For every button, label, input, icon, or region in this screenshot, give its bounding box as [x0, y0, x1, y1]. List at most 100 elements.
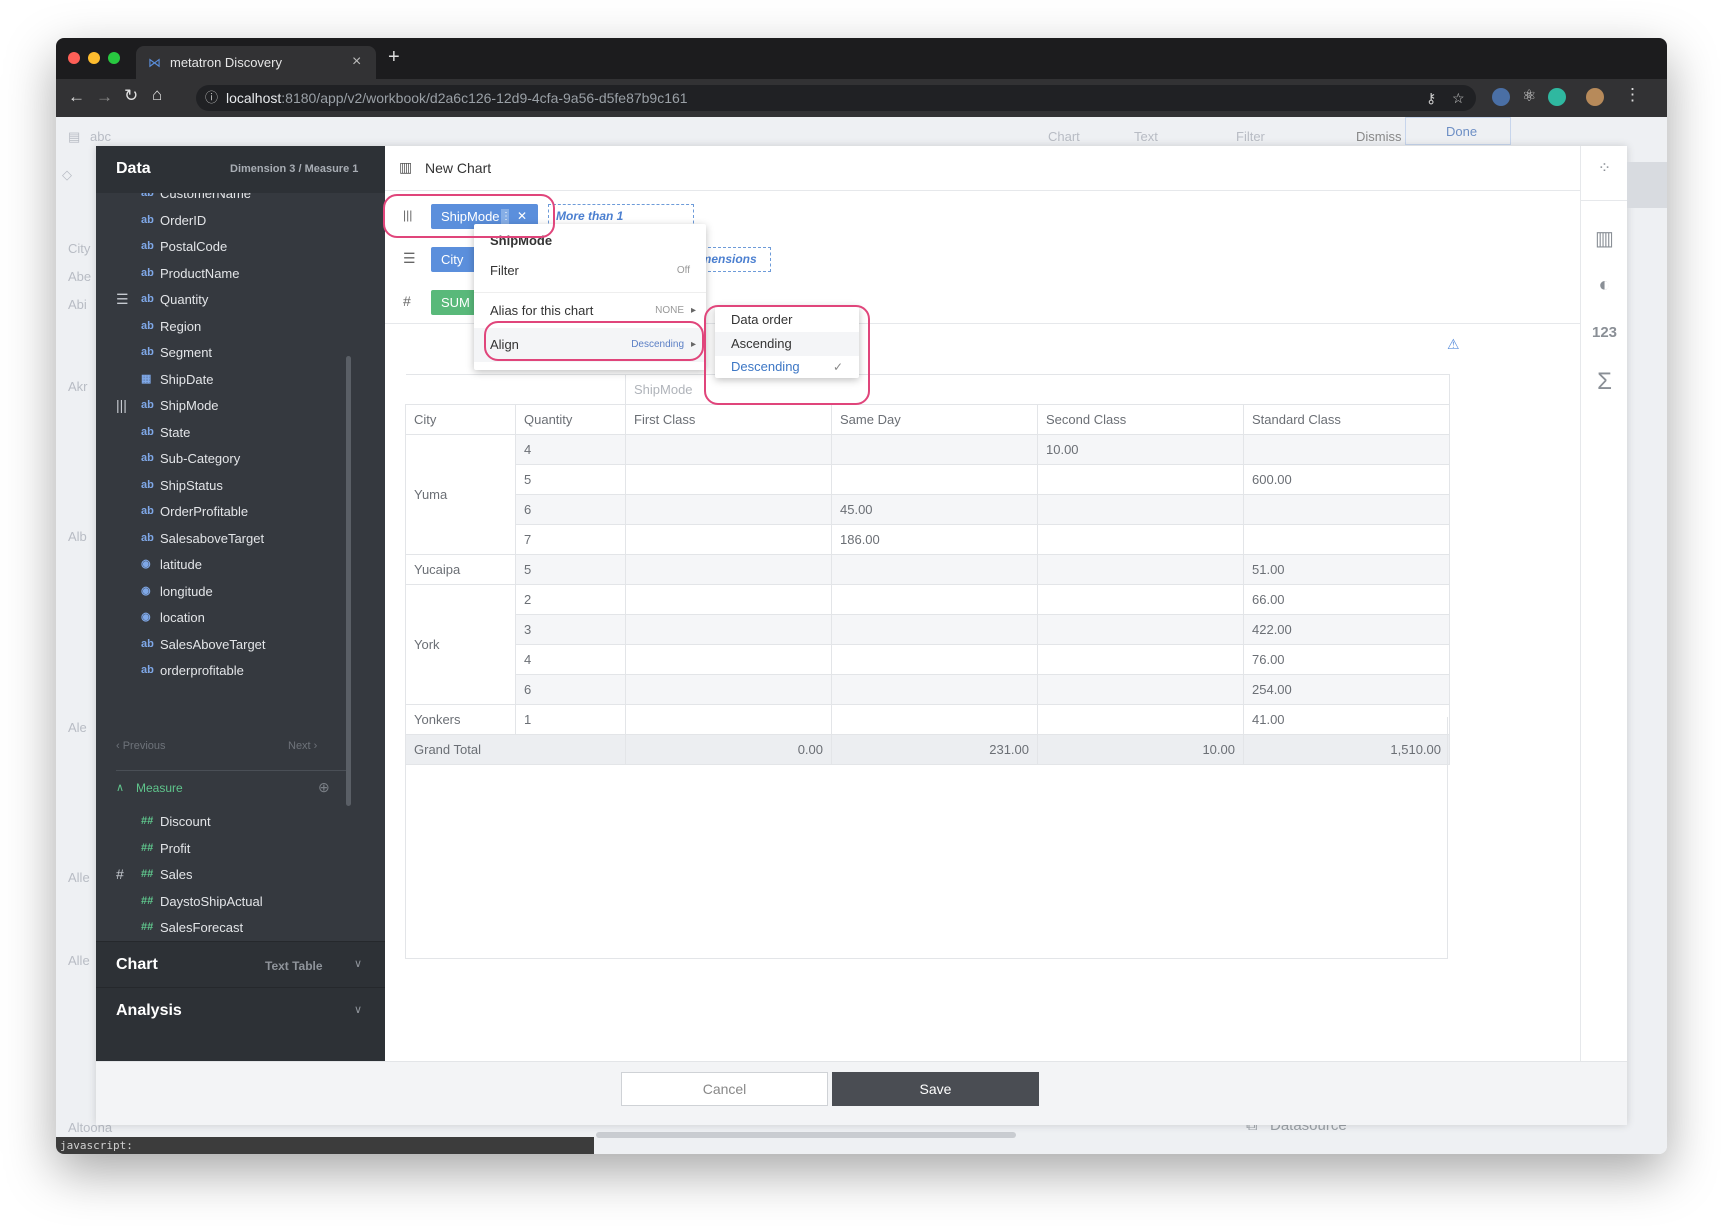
browser-window: ⋈ metatron Discovery × + ← → ↻ ⌂ ⓘ local…	[56, 38, 1667, 1154]
menu-item-filter[interactable]: Filter Off	[474, 254, 706, 288]
field-label: Quantity	[160, 292, 209, 307]
field-label: State	[160, 424, 191, 440]
value-cell: 600.00	[1243, 464, 1450, 495]
value-cell	[625, 674, 832, 705]
dimensions-field[interactable]: ab Segment	[96, 338, 366, 367]
dimensions-field[interactable]: ◉ latitude	[96, 550, 366, 579]
field-type-icon: ab	[141, 478, 154, 491]
extension-icon[interactable]	[1492, 88, 1510, 106]
key-icon[interactable]: ⚷	[1426, 85, 1436, 111]
dimensions-field[interactable]: ab State	[96, 418, 366, 447]
maximize-window-button[interactable]	[108, 52, 120, 64]
close-window-button[interactable]	[68, 52, 80, 64]
bookmark-star-icon[interactable]: ☆	[1452, 85, 1465, 111]
quantity-cell: 5	[515, 554, 626, 585]
measures-field[interactable]: ## DaystoShipActual	[96, 887, 366, 916]
measures-field[interactable]: ## Profit	[96, 834, 366, 863]
column-header: City	[405, 404, 516, 435]
home-icon[interactable]: ⌂	[152, 85, 162, 105]
value-cell	[625, 584, 832, 615]
measure-header[interactable]: Measure	[136, 781, 183, 795]
dimension-measure-count: Dimension 3 / Measure 1	[230, 163, 359, 175]
bg-panel-tab	[1627, 162, 1667, 208]
column-header: Standard Class	[1243, 404, 1450, 435]
value-cell	[625, 464, 832, 495]
value-cell	[831, 674, 1038, 705]
field-label: ShipDate	[160, 371, 214, 387]
forward-arrow-icon[interactable]: →	[96, 87, 113, 107]
chart-editor-modal: Data Dimension 3 / Measure 1 ab CustomerN…	[96, 146, 1667, 1125]
sum-icon[interactable]: Σ	[1581, 368, 1628, 396]
dimensions-field[interactable]: ab SalesaboveTarget	[96, 524, 366, 553]
bg-horizontal-scrollbar[interactable]	[596, 1132, 1016, 1138]
chart-section-header[interactable]: Chart Text Table ∨	[96, 941, 385, 987]
value-cell	[831, 614, 1038, 645]
data-panel-scrollbar[interactable]	[346, 356, 351, 806]
divider	[116, 770, 346, 771]
chart-title[interactable]: New Chart	[425, 160, 491, 176]
analysis-section-header[interactable]: Analysis ∨	[96, 987, 385, 1061]
number-format-icon[interactable]: 123	[1581, 324, 1628, 341]
tag-icon: ◇	[62, 167, 72, 182]
save-button[interactable]: Save	[832, 1072, 1039, 1106]
analysis-section-title: Analysis	[116, 1002, 182, 1019]
previous-page-button[interactable]: ‹ Previous	[116, 740, 166, 752]
minimize-window-button[interactable]	[88, 52, 100, 64]
bg-row-2: Abi	[68, 297, 87, 312]
dimensions-field[interactable]: ▦ ShipDate	[96, 365, 366, 394]
value-cell	[1037, 644, 1244, 675]
dimensions-field[interactable]: ab Region	[96, 312, 366, 341]
measures-field[interactable]: # ## Sales	[96, 860, 366, 889]
dimensions-field[interactable]: ab OrderID	[96, 206, 366, 235]
profile-avatar[interactable]	[1586, 88, 1604, 106]
field-label: Profit	[160, 840, 191, 856]
dimensions-field[interactable]: ab Sub-Category	[96, 444, 366, 473]
tab-title: metatron Discovery	[170, 55, 282, 70]
bar-chart-icon[interactable]: ▥	[1581, 226, 1628, 251]
field-label: DaystoShipActual	[160, 893, 263, 909]
dimensions-field[interactable]: ab OrderProfitable	[96, 497, 366, 526]
dimensions-field[interactable]: ab ProductName	[96, 259, 366, 288]
quantity-cell: 3	[515, 614, 626, 645]
bg-dismiss: Dismiss	[1356, 129, 1402, 144]
measure-collapse-icon[interactable]: ∧	[116, 781, 124, 794]
reload-icon[interactable]: ↻	[124, 86, 138, 106]
dimensions-field[interactable]: ab ShipStatus	[96, 471, 366, 500]
next-page-button[interactable]: Next ›	[288, 740, 317, 752]
metatron-logo-icon: ⋈	[148, 55, 161, 70]
url-field[interactable]: ⓘ localhost:8180/app/v2/workbook/d2a6c12…	[196, 85, 1476, 111]
chevron-down-icon: ∨	[354, 1004, 363, 1016]
new-tab-button[interactable]: +	[388, 46, 400, 69]
pivot-table: ShipMode City Quantity First Class Same Day S…	[405, 374, 1450, 765]
tab-close-icon[interactable]: ×	[352, 53, 361, 71]
url-path: :8180/app/v2/workbook/d2a6c126-12d9-4cfa…	[281, 90, 688, 106]
dimensions-field[interactable]: ◉ location	[96, 603, 366, 632]
highlight-align-submenu	[704, 305, 870, 405]
bg-row-3: Akr	[68, 379, 88, 394]
scatter-icon[interactable]: ⁘	[1581, 158, 1628, 178]
field-list: ab CustomerName ab OrderID ab PostalCode ab Pro…	[96, 193, 385, 941]
measures-field[interactable]: ## Discount	[96, 807, 366, 836]
dimensions-field[interactable]: ◉ longitude	[96, 577, 366, 606]
dimensions-field[interactable]: ab SalesAboveTarget	[96, 630, 366, 659]
table-row: Yucaipa 5 51.00	[405, 554, 1450, 585]
cancel-button[interactable]: Cancel	[621, 1072, 828, 1106]
browser-tab[interactable]: ⋈ metatron Discovery ×	[136, 46, 376, 79]
dimensions-field[interactable]: ☰ ab Quantity	[96, 285, 366, 314]
react-extension-icon[interactable]: ⚛	[1522, 86, 1536, 106]
value-cell	[1037, 584, 1244, 615]
dimensions-field[interactable]: ||| ab ShipMode	[96, 391, 366, 420]
measures-field[interactable]: ## SalesForecast	[96, 913, 366, 941]
dimensions-field[interactable]: ab orderprofitable	[96, 656, 366, 685]
value-cell: 10.00	[1037, 434, 1244, 465]
measure-shelf-icon: #	[403, 293, 411, 309]
m-extension-icon[interactable]	[1548, 88, 1566, 106]
warning-icon[interactable]: ⚠	[1447, 336, 1460, 353]
add-measure-icon[interactable]: ⊕	[318, 779, 330, 796]
back-arrow-icon[interactable]: ←	[68, 87, 85, 107]
browser-menu-icon[interactable]: ⋮	[1624, 85, 1641, 105]
palette-icon[interactable]: ◐	[1581, 274, 1628, 297]
workbook-icon: ▤	[68, 129, 81, 144]
dimensions-field[interactable]: ab PostalCode	[96, 232, 366, 261]
field-type-icon: ab	[141, 346, 154, 358]
